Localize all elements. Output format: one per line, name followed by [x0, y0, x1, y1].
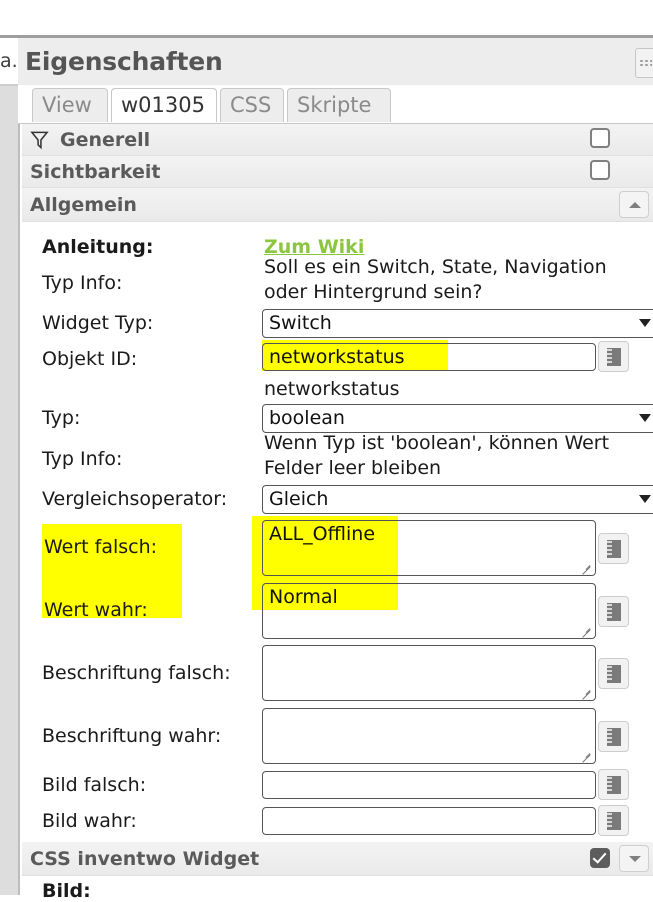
beschriftung-wahr-picker-button[interactable] [598, 721, 629, 752]
chevron-down-icon [639, 495, 651, 503]
section-css-inventwo-widget-label: CSS inventwo Widget [30, 848, 260, 870]
textarea-wert-falsch[interactable]: ALL_Offline [262, 520, 596, 576]
select-typ[interactable]: boolean [262, 404, 653, 433]
section-css-inventwo-widget-checkbox[interactable] [590, 848, 610, 868]
text-typ-info-2-line2: Felder leer bleiben [264, 457, 442, 479]
label-vergleichsoperator: Vergleichsoperator: [42, 488, 228, 510]
link-zum-wiki[interactable]: Zum Wiki [264, 236, 364, 258]
label-typ-info-2: Typ Info: [42, 448, 123, 470]
memory-chip-icon [607, 776, 621, 794]
panel-titlebar: Eigenschaften [18, 35, 653, 85]
adjacent-panel-clipped: a. [0, 0, 18, 895]
select-widget-typ[interactable]: Switch [262, 309, 653, 338]
label-bild-css: Bild: [42, 880, 91, 902]
memory-chip-icon [607, 603, 621, 621]
section-css-inventwo-widget-expand-button[interactable] [619, 845, 649, 872]
textarea-beschriftung-wahr[interactable] [262, 708, 596, 764]
adjacent-panel-text: a. [0, 50, 16, 72]
input-objekt-id[interactable]: networkstatus [262, 343, 596, 371]
text-typ-info-1-line1: Soll es ein Switch, State, Navigation [264, 256, 607, 278]
text-typ-info-1-line2: oder Hintergrund sein? [264, 281, 483, 303]
select-typ-value: boolean [269, 407, 345, 429]
textarea-wert-wahr-value: Normal [269, 586, 338, 608]
section-allgemein-collapse-button[interactable] [619, 191, 649, 218]
label-anleitung: Anleitung: [42, 236, 154, 258]
label-typ-info-1: Typ Info: [42, 272, 123, 294]
wert-falsch-picker-button[interactable] [598, 533, 629, 564]
input-objekt-id-value: networkstatus [269, 346, 405, 368]
input-bild-falsch[interactable] [262, 771, 596, 799]
input-bild-wahr[interactable] [262, 807, 596, 835]
adjacent-panel-label: a. [0, 46, 16, 76]
memory-chip-icon [607, 665, 621, 683]
section-generell-label: Generell [60, 129, 151, 151]
text-typ-info-2-line1: Wenn Typ ist 'boolean', können Wert [264, 432, 610, 454]
panel-top-gap [18, 0, 653, 35]
label-beschriftung-falsch: Beschriftung falsch: [42, 662, 231, 684]
resize-grip-icon[interactable] [581, 562, 592, 573]
tab-skripte[interactable]: Skripte [287, 88, 391, 122]
memory-chip-icon [607, 540, 621, 558]
tab-w01305[interactable]: w01305 [111, 88, 217, 122]
beschriftung-falsch-picker-button[interactable] [598, 658, 629, 689]
adjacent-panel-body [0, 86, 18, 895]
properties-panel: Eigenschaften View w01305 CSS Skripte Ge… [18, 0, 653, 902]
text-objekt-id-resolved: networkstatus [264, 378, 400, 400]
bild-wahr-picker-button[interactable] [598, 805, 629, 836]
adjacent-panel-topbar [0, 35, 18, 38]
memory-chip-icon [607, 812, 621, 830]
memory-chip-icon [607, 728, 621, 746]
textarea-beschriftung-falsch[interactable] [262, 645, 596, 701]
section-sichtbarkeit-checkbox[interactable] [590, 160, 610, 180]
label-bild-wahr: Bild wahr: [42, 810, 137, 832]
label-typ: Typ: [42, 407, 81, 429]
panel-resize-button[interactable] [635, 48, 653, 78]
chevron-down-icon [629, 856, 641, 862]
bild-falsch-picker-button[interactable] [598, 769, 629, 800]
select-vergleichsoperator-value: Gleich [269, 488, 329, 510]
label-wert-wahr: Wert wahr: [44, 599, 148, 621]
memory-chip-icon [607, 348, 621, 366]
section-generell[interactable]: Generell [22, 124, 653, 156]
textarea-wert-wahr[interactable]: Normal [262, 583, 596, 639]
chevron-down-icon [639, 319, 651, 327]
section-allgemein[interactable]: Allgemein [22, 188, 653, 222]
filter-icon [30, 131, 49, 150]
section-generell-checkbox[interactable] [590, 128, 610, 148]
textarea-wert-falsch-value: ALL_Offline [269, 523, 376, 545]
label-objekt-id: Objekt ID: [42, 348, 138, 370]
resize-grip-icon[interactable] [581, 750, 592, 761]
label-beschriftung-wahr: Beschriftung wahr: [42, 725, 222, 747]
properties-content: Generell Sichtbarkeit Allgemein Anleitun… [18, 124, 653, 902]
grip-dots-icon [639, 59, 652, 67]
resize-grip-icon[interactable] [581, 625, 592, 636]
select-widget-typ-value: Switch [269, 312, 332, 334]
objekt-id-picker-button[interactable] [598, 341, 629, 372]
tab-bar: View w01305 CSS Skripte [18, 85, 653, 124]
section-allgemein-label: Allgemein [30, 194, 137, 216]
chevron-down-icon [639, 414, 651, 422]
section-css-inventwo-widget[interactable]: CSS inventwo Widget [22, 842, 653, 876]
chevron-up-icon [629, 202, 641, 208]
wert-wahr-picker-button[interactable] [598, 596, 629, 627]
tab-view[interactable]: View [32, 88, 108, 122]
label-widget-typ: Widget Typ: [42, 312, 154, 334]
label-bild-falsch: Bild falsch: [42, 774, 147, 796]
resize-grip-icon[interactable] [581, 687, 592, 698]
label-wert-falsch: Wert falsch: [44, 536, 158, 558]
section-sichtbarkeit-label: Sichtbarkeit [30, 161, 161, 183]
select-vergleichsoperator[interactable]: Gleich [262, 485, 653, 514]
tab-css[interactable]: CSS [220, 88, 284, 122]
page-title: Eigenschaften [25, 47, 223, 76]
section-sichtbarkeit[interactable]: Sichtbarkeit [22, 156, 653, 188]
